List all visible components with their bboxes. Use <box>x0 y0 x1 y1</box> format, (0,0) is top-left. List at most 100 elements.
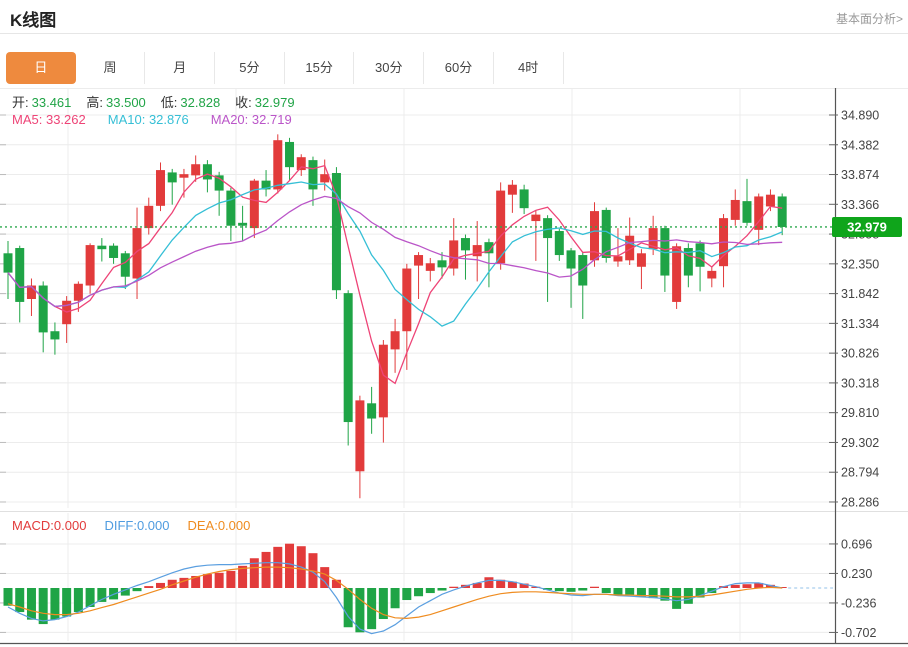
macd-bar <box>215 573 224 588</box>
candle-body <box>168 172 177 182</box>
axis-label: 29.302 <box>841 436 879 450</box>
open-label: 开: <box>12 95 29 110</box>
axis-label: 28.286 <box>841 495 879 509</box>
ma20-value: 32.719 <box>252 112 292 127</box>
candle-body <box>285 142 294 167</box>
candle-body <box>156 170 165 206</box>
axis-label: 33.874 <box>841 168 879 182</box>
candle-body <box>191 164 200 175</box>
axis-label: 34.382 <box>841 138 879 152</box>
macd-legend: MACD:0.000 DIFF:0.000 DEA:0.000 <box>12 518 250 533</box>
candle-body <box>226 191 235 226</box>
candle-body <box>179 174 188 178</box>
candle-body <box>355 400 364 471</box>
candle-body <box>344 293 353 422</box>
macd-bar <box>203 574 212 588</box>
macd-bar <box>590 587 599 588</box>
candle-body <box>731 200 740 220</box>
diff-value: 0.000 <box>137 518 170 533</box>
candle-body <box>86 245 95 285</box>
ohlc-legend: 开:33.461 高:33.500 低:32.828 收:32.979 <box>12 92 295 111</box>
macd-bar <box>226 571 235 588</box>
macd-label: MACD: <box>12 518 54 533</box>
macd-bar <box>672 588 681 609</box>
macd-bar <box>426 588 435 593</box>
candle-body <box>144 206 153 228</box>
axis-label: 0.696 <box>841 537 872 551</box>
candle-body <box>613 256 622 261</box>
candle-body <box>461 238 470 250</box>
macd-bar <box>262 552 271 588</box>
candle-body <box>4 253 13 272</box>
kline-widget: K线图 基本面分析> 日 周 月 5分 15分 30分 60分 4时 34.89… <box>0 0 908 647</box>
macd-bar <box>684 588 693 604</box>
candle-body <box>543 218 552 238</box>
open-value: 33.461 <box>32 95 72 110</box>
candle-body <box>74 284 83 301</box>
macd-bar <box>391 588 400 608</box>
candle-body <box>203 164 212 179</box>
candle-body <box>414 255 423 266</box>
candle-body <box>250 181 259 228</box>
candle-body <box>438 260 447 267</box>
axis-label: 30.318 <box>841 376 879 390</box>
macd-bar <box>567 588 576 592</box>
axis-label: 29.810 <box>841 406 879 420</box>
axis-label: 30.826 <box>841 347 879 361</box>
macd-bar <box>555 588 564 591</box>
candle-body <box>637 253 646 266</box>
high-label: 高: <box>86 95 103 110</box>
candle-body <box>109 246 118 258</box>
axis-label: -0.702 <box>841 626 876 640</box>
macd-bar <box>402 588 411 600</box>
axis-label: -0.236 <box>841 596 876 610</box>
axis-label: 34.890 <box>841 109 879 123</box>
candle-body <box>508 185 517 195</box>
macd-bar <box>156 583 165 588</box>
macd-value: 0.000 <box>54 518 87 533</box>
ma10-label: MA10: <box>108 112 146 127</box>
candle-body <box>520 189 529 208</box>
candle-body <box>696 243 705 266</box>
macd-bar <box>602 588 611 593</box>
axis-label: 31.334 <box>841 317 879 331</box>
candle-body <box>391 331 400 349</box>
high-value: 33.500 <box>106 95 146 110</box>
candle-body <box>121 253 130 276</box>
macd-bar <box>438 588 447 591</box>
macd-bar <box>27 588 36 620</box>
macd-bar <box>285 544 294 588</box>
ma10-value: 32.876 <box>149 112 189 127</box>
ma20-label: MA20: <box>211 112 249 127</box>
candle-body <box>707 271 716 279</box>
ma5-label: MA5: <box>12 112 42 127</box>
candle-body <box>426 263 435 271</box>
candle-body <box>379 345 388 418</box>
current-price-tag-text: 32.979 <box>847 219 887 234</box>
candle-body <box>297 157 306 170</box>
macd-bar <box>133 588 142 591</box>
candle-body <box>672 246 681 302</box>
macd-bar <box>320 567 329 588</box>
low-value: 32.828 <box>180 95 220 110</box>
macd-bar <box>731 585 740 588</box>
dea-label: DEA: <box>187 518 217 533</box>
candle-body <box>766 195 775 207</box>
macd-bar <box>4 588 13 606</box>
macd-bar <box>39 588 48 624</box>
close-value: 32.979 <box>255 95 295 110</box>
macd-bar <box>742 584 751 588</box>
macd-bar <box>449 587 458 588</box>
macd-bar <box>74 588 83 612</box>
candle-body <box>133 228 142 278</box>
candle-body <box>531 215 540 221</box>
macd-bar <box>613 588 622 595</box>
axis-label: 31.842 <box>841 287 879 301</box>
ma-legend: MA5: 33.262 MA10: 32.876 MA20: 32.719 <box>12 112 292 127</box>
candle-body <box>367 403 376 418</box>
candle-body <box>50 331 59 339</box>
ma5-value: 33.262 <box>46 112 86 127</box>
candle-body <box>273 140 282 189</box>
candle-body <box>742 201 751 223</box>
axis-label: 0.230 <box>841 567 872 581</box>
